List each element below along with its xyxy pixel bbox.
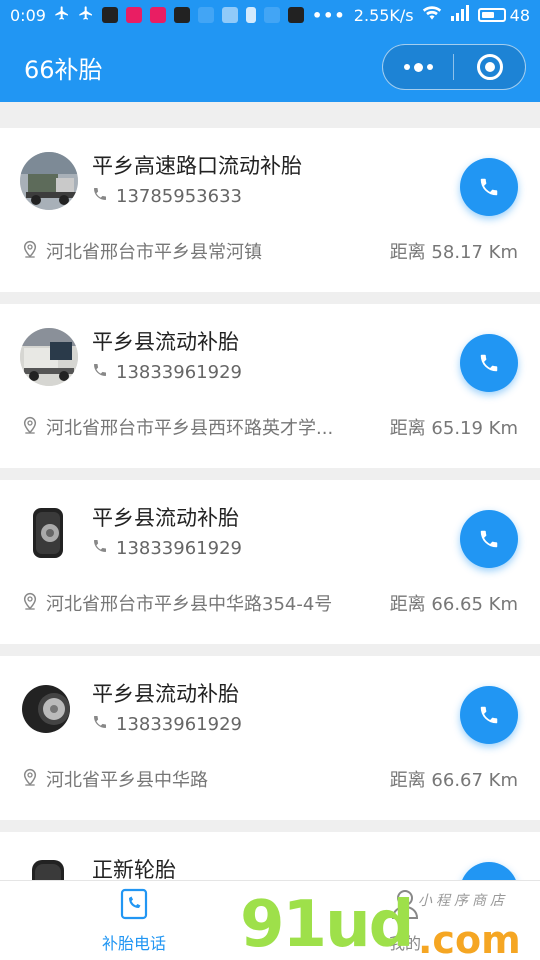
shop-address: 河北省邢台市平乡县常河镇 <box>46 242 262 263</box>
call-button[interactable] <box>460 862 518 880</box>
tab-label: 补胎电话 <box>101 934 166 953</box>
location-pin-icon <box>22 768 38 791</box>
shop-name: 正新轮胎 <box>92 858 176 880</box>
phone-icon <box>92 714 108 735</box>
airplane-icon <box>54 5 70 25</box>
more-notifications-icon: ••• <box>311 5 346 25</box>
close-button[interactable] <box>454 54 525 80</box>
shop-avatar <box>20 680 78 738</box>
shop-avatar <box>20 504 78 562</box>
signal-icon <box>450 5 470 25</box>
location-pin-icon <box>22 240 38 263</box>
app-icon <box>221 7 238 23</box>
shop-address: 河北省邢台市平乡县中华路354-4号 <box>46 594 333 615</box>
shop-distance: 距离 66.65 Km <box>389 594 518 615</box>
phone-icon <box>92 538 108 559</box>
phone-icon <box>480 706 498 724</box>
app-icon <box>197 7 214 23</box>
call-button[interactable] <box>460 158 518 216</box>
list-item[interactable]: 正新轮胎 <box>0 832 540 880</box>
shop-phone: 13833961929 <box>116 362 242 383</box>
shop-list[interactable]: 平乡高速路口流动补胎 13785953633 河北省邢台市平乡县常河镇 距离 5… <box>0 102 540 880</box>
shop-phone: 13785953633 <box>116 186 242 207</box>
tiktok-icon <box>173 7 190 23</box>
shop-name: 平乡县流动补胎 <box>92 506 239 530</box>
phone-icon <box>480 530 498 548</box>
shop-distance: 距离 58.17 Km <box>389 242 518 263</box>
battery-indicator: 48 <box>477 5 530 25</box>
shop-avatar <box>20 328 78 386</box>
more-menu-button[interactable] <box>383 45 453 89</box>
list-item[interactable]: 平乡县流动补胎 13833961929 河北省邢台市平乡县西环路英才学... 距… <box>0 304 540 468</box>
call-button[interactable] <box>460 686 518 744</box>
shop-name: 平乡高速路口流动补胎 <box>92 154 302 178</box>
shop-distance: 距离 65.19 Km <box>389 418 518 439</box>
shop-distance: 距离 66.67 Km <box>389 770 518 791</box>
user-icon <box>390 888 420 924</box>
video-icon <box>149 7 166 23</box>
phone-icon <box>92 362 108 383</box>
app-icon <box>125 7 142 23</box>
tab-repair-phone[interactable]: 补胎电话 <box>64 881 204 960</box>
shop-avatar <box>20 152 78 210</box>
sd-card-icon <box>245 7 256 23</box>
shop-name: 平乡县流动补胎 <box>92 682 239 706</box>
top-bar: 0:09 ••• 2.55K/s 48 66补胎 <box>0 0 540 102</box>
location-pin-icon <box>22 592 38 615</box>
status-time: 0:09 <box>10 5 46 25</box>
status-bar: 0:09 ••• 2.55K/s 48 <box>0 0 540 30</box>
shop-address: 河北省邢台市平乡县西环路英才学... <box>46 418 334 439</box>
phone-icon <box>92 186 108 207</box>
shop-name: 平乡县流动补胎 <box>92 330 239 354</box>
call-button[interactable] <box>460 334 518 392</box>
phone-icon <box>480 178 498 196</box>
phone-icon <box>480 354 498 372</box>
bottom-tab-bar: 补胎电话 我的 <box>0 880 540 960</box>
call-button[interactable] <box>460 510 518 568</box>
list-item[interactable]: 平乡高速路口流动补胎 13785953633 河北省邢台市平乡县常河镇 距离 5… <box>0 128 540 292</box>
shop-address: 河北省平乡县中华路 <box>46 770 208 791</box>
tab-me[interactable]: 我的 <box>335 881 475 960</box>
location-pin-icon <box>22 416 38 439</box>
app-icon <box>263 7 280 23</box>
nav-bar: 66补胎 <box>0 40 540 94</box>
phone-book-icon <box>119 888 149 924</box>
shop-avatar <box>20 856 78 880</box>
list-item[interactable]: 平乡县流动补胎 13833961929 河北省平乡县中华路 距离 66.67 K… <box>0 656 540 820</box>
battery-icon <box>477 8 506 22</box>
tiktok-icon <box>101 7 118 23</box>
airplane-icon <box>78 5 94 25</box>
list-item[interactable]: 平乡县流动补胎 13833961929 河北省邢台市平乡县中华路354-4号 距… <box>0 480 540 644</box>
more-icon <box>403 64 410 70</box>
shop-phone: 13833961929 <box>116 538 242 559</box>
tab-label: 我的 <box>388 934 421 953</box>
tiktok-icon <box>287 7 304 23</box>
wifi-icon <box>422 5 442 25</box>
battery-level: 48 <box>509 5 530 25</box>
mini-program-capsule <box>382 44 526 90</box>
close-target-icon <box>476 54 503 80</box>
page-title: 66补胎 <box>24 55 103 84</box>
network-speed: 2.55K/s <box>353 5 414 25</box>
shop-phone: 13833961929 <box>116 714 242 735</box>
